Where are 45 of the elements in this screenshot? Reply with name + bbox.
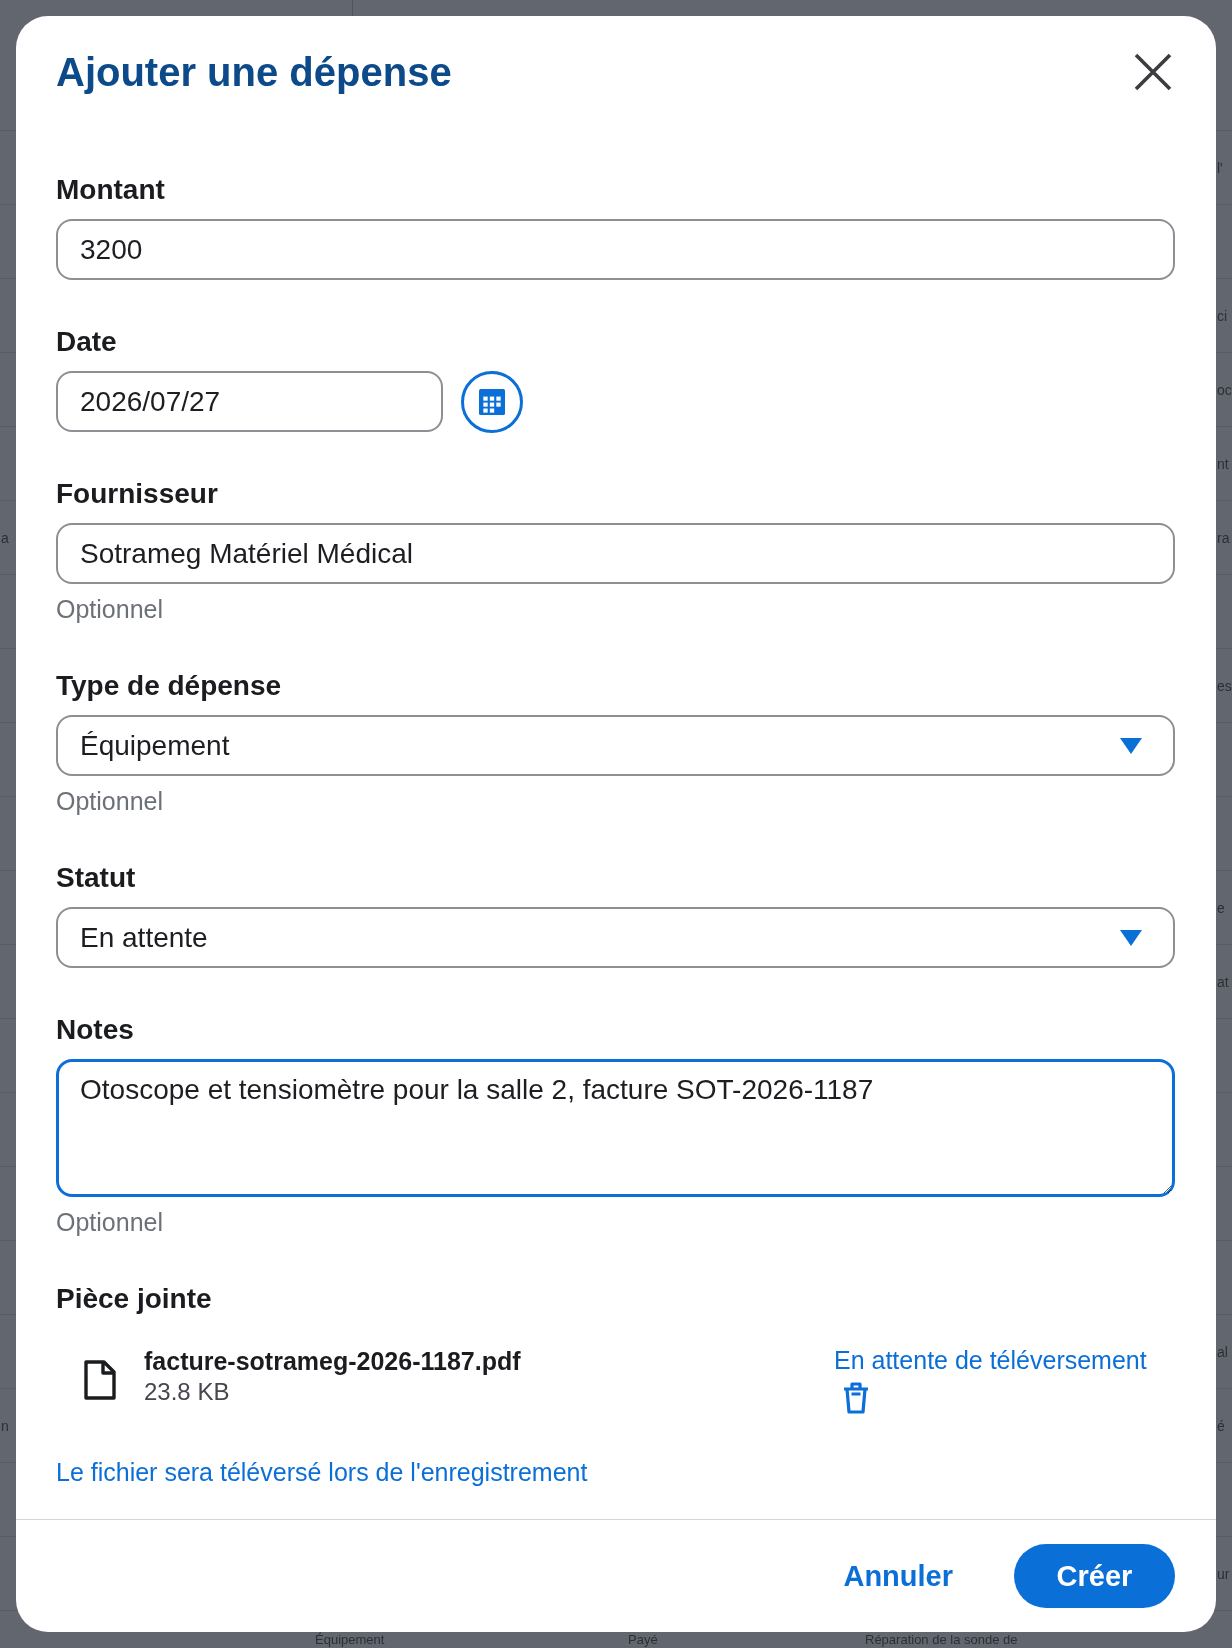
text-button[interactable]: Annuler (819, 1544, 977, 1608)
background-text: é (1216, 1417, 1225, 1434)
background-text: Payé (628, 1633, 658, 1647)
info-text: Le fichier sera téléversé lors de l'enregistrement (56, 1457, 588, 1487)
upload-status: En attente de téléversement (834, 1345, 1147, 1375)
background-text: n (0, 1417, 9, 1434)
background-text: Réparation de la sonde de (865, 1633, 1018, 1647)
background-text: es (1216, 677, 1232, 694)
background-text: ra (1216, 529, 1230, 546)
background-text: at (1216, 973, 1229, 990)
field-label: Fournisseur (56, 478, 218, 510)
file-size: 23.8 KB (144, 1377, 230, 1407)
field-label: Notes (56, 1014, 134, 1046)
notes-textarea[interactable]: Otoscope et tensiomètre pour la salle 2, facture SOT-2026-1187 (56, 1059, 1175, 1197)
background-text: oc (1216, 381, 1232, 398)
field-label: Statut (56, 862, 136, 894)
helper-text: Optionnel (56, 786, 164, 816)
background-text: ur (1216, 1565, 1230, 1582)
file-name: facture-sotrameg-2026-1187.pdf (144, 1346, 521, 1377)
helper-text: Optionnel (56, 1207, 164, 1237)
field-label: Montant (56, 174, 165, 206)
calendar-icon (479, 388, 505, 415)
file-icon (84, 1359, 116, 1400)
date-input[interactable]: 2026/07/27 (56, 371, 443, 432)
field-label: Pièce jointe (56, 1283, 212, 1315)
background-text: Équipement (315, 1633, 385, 1647)
helper-text: Optionnel (56, 594, 164, 624)
close-icon[interactable] (1134, 53, 1172, 91)
text-input[interactable]: 3200 (56, 219, 1175, 280)
field-label: Date (56, 326, 117, 358)
background-text: e (1216, 899, 1225, 916)
select-field[interactable]: En attente (56, 907, 1175, 968)
background-text: ci (1216, 307, 1228, 324)
select-field[interactable]: Équipement (56, 715, 1175, 776)
dropdown-caret-icon (1120, 737, 1142, 754)
field-label: Type de dépense (56, 670, 282, 702)
background-text: al (1216, 1343, 1228, 1360)
dialog-title: Ajouter une dépense (56, 49, 452, 96)
dropdown-caret-icon (1120, 929, 1142, 946)
background-text: nt (1216, 455, 1229, 472)
text-input[interactable]: Sotrameg Matériel Médical (56, 523, 1175, 584)
background-text: a (0, 529, 9, 546)
background-text: l' (1216, 159, 1223, 176)
primary-button[interactable]: Créer (1014, 1544, 1175, 1608)
trash-icon[interactable] (842, 1382, 870, 1414)
